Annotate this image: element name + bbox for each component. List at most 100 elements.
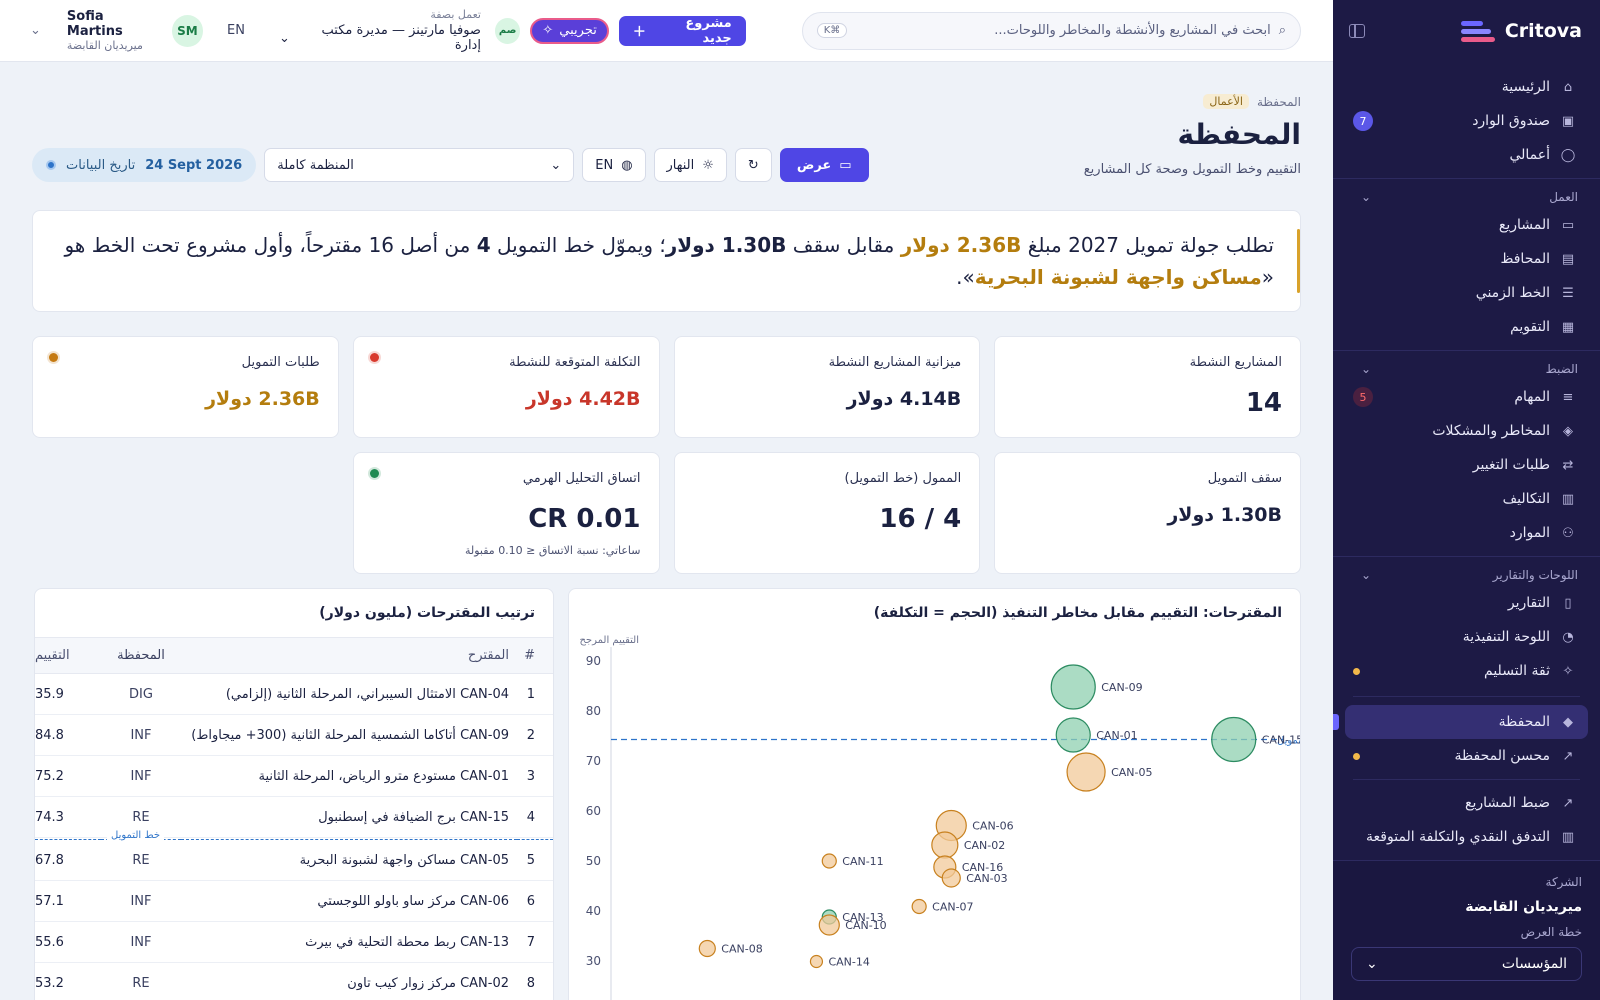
theme-toggle[interactable]: ☼ النهار — [653, 148, 727, 182]
new-project-button[interactable]: مشروع جديد ＋ — [618, 15, 746, 46]
kpi-value: 2.36B دولار — [205, 388, 320, 410]
sidebar-item[interactable]: ▥ التدفق النقدي والتكلفة المتوقعة — [1333, 820, 1600, 854]
sidebar-item[interactable]: ⇄ طلبات التغيير — [1333, 448, 1600, 482]
refresh-button[interactable]: ↻ — [734, 148, 772, 182]
table-row[interactable]: 6 CAN-06 مركز ساو باولو اللوجستي INF 57.1 — [35, 880, 553, 922]
sidebar-count-badge: 7 — [1353, 111, 1373, 131]
sidebar-section-title[interactable]: اللوحات والتقارير ⌄ — [1333, 556, 1600, 586]
scatter-point[interactable] — [809, 954, 824, 969]
scope-select[interactable]: ⌄ المنظمة كاملة — [264, 148, 575, 182]
sidebar-item[interactable]: ▯ التقارير — [1333, 586, 1600, 620]
refresh-icon: ↻ — [747, 157, 759, 173]
company-name: ميريديان القابضة — [1465, 899, 1582, 915]
breadcrumb: المحفظة الأعمال — [1203, 94, 1301, 109]
sidebar-item[interactable]: ◔ اللوحة التنفيذية — [1333, 620, 1600, 654]
cell-name: CAN-01 مستودع مترو الرياض، المرحلة الثان… — [181, 755, 517, 797]
kpi-card[interactable]: المشاريع النشطة 14 — [994, 336, 1301, 438]
trial-badge[interactable]: تجريبي ✧ — [530, 17, 609, 44]
sidebar-item[interactable]: ◆ المحفظة — [1333, 705, 1588, 739]
topbar: ⌕ ابحث في المشاريع والأنشطة والمخاطر وال… — [0, 0, 1333, 62]
col-name[interactable]: المقترح — [181, 637, 517, 674]
scatter-point[interactable] — [818, 914, 840, 936]
scatter-point[interactable] — [941, 868, 961, 888]
table-header-row: # المقترح المحفظة التقييم — [35, 637, 553, 674]
breadcrumb-root[interactable]: المحفظة — [1257, 95, 1301, 109]
y-tick-label: 70 — [586, 754, 601, 768]
point-label: CAN-15 — [1262, 734, 1300, 747]
scatter-point[interactable] — [821, 853, 837, 869]
data-date-pill[interactable]: 24 Sept 2026 تاريخ البيانات — [32, 148, 257, 182]
col-rank[interactable]: # — [517, 637, 553, 674]
scatter-point[interactable] — [698, 939, 716, 958]
col-portfolio[interactable]: المحفظة — [101, 637, 181, 674]
table-row[interactable]: 7 CAN-13 ربط محطة التحلية في بيرث INF 55.6 — [35, 921, 553, 963]
chevron-down-icon[interactable]: ⌄ — [30, 23, 41, 38]
company-label: الشركة — [1545, 875, 1582, 889]
chart-line-icon: ↗ — [1562, 748, 1574, 764]
kpi-status-dot — [49, 353, 58, 362]
sidebar-item[interactable]: ◈ المخاطر والمشكلات — [1333, 414, 1600, 448]
sidebar-item[interactable]: ▥ التكاليف — [1333, 482, 1600, 516]
kpi-card[interactable]: الممول (خط التمويل) 4 / 16 — [673, 452, 981, 574]
sidebar-item-label: أعمالي — [1509, 147, 1550, 163]
sidebar-section-title[interactable]: الضبط ⌄ — [1333, 350, 1600, 380]
active-indicator — [1333, 714, 1339, 730]
sidebar-item-label: ضبط المشاريع — [1465, 795, 1550, 811]
sun-icon: ☼ — [702, 157, 714, 173]
search-input[interactable]: ⌕ ابحث في المشاريع والأنشطة والمخاطر وال… — [801, 11, 1301, 50]
sidebar-item[interactable]: ⚇ الموارد — [1333, 516, 1600, 550]
sidebar-item[interactable]: ☰ الخط الزمني — [1333, 276, 1600, 310]
kpi-card[interactable]: سقف التمويل 1.30B دولار — [994, 452, 1301, 574]
table-row[interactable]: 8 CAN-02 مركز زوار كيب تاون RE 53.2 — [35, 962, 553, 1000]
sidebar-item[interactable]: ▤ المحافظ — [1333, 242, 1600, 276]
scatter-point[interactable] — [911, 898, 927, 915]
plan-label: خطة العرض — [1520, 925, 1582, 939]
sidebar-section-title[interactable]: العمل ⌄ — [1333, 178, 1600, 208]
sidebar-item[interactable]: ▦ التقويم — [1333, 310, 1600, 344]
brand[interactable]: Critova — [1460, 19, 1582, 43]
scatter-point[interactable] — [931, 831, 959, 859]
language-toggle[interactable]: EN — [227, 23, 245, 38]
scatter-chart: التقييم المرجح30405060708090خط التمويلCA… — [579, 635, 1300, 1000]
plan-select[interactable]: المؤسسات ⌄ — [1351, 947, 1582, 981]
table-row[interactable]: 5 CAN-05 مساكن واجهة لشبونة البحرية RE 67.8 — [35, 839, 553, 881]
kpi-card[interactable]: التكلفة المتوقعة للنشطة 4.42B دولار — [352, 336, 660, 438]
plan-value: المؤسسات — [1501, 956, 1567, 972]
scatter-point[interactable] — [1066, 752, 1106, 792]
view-button[interactable]: ▭ عرض — [779, 148, 869, 182]
insight-first-below[interactable]: مساكن واجهة لشبونة البحرية — [975, 265, 1262, 289]
sidebar-item[interactable]: ↗ ضبط المشاريع — [1333, 786, 1600, 820]
point-label: CAN-01 — [1096, 729, 1137, 742]
cell-name: CAN-15 برج الضيافة في إسطنبول — [181, 796, 517, 838]
brand-logo-icon — [1460, 19, 1495, 43]
table-row[interactable]: 2 CAN-09 أتاكاما الشمسية المرحلة الثانية … — [35, 714, 553, 756]
col-score[interactable]: التقييم — [35, 637, 101, 674]
insight-funded: 4 — [476, 233, 491, 257]
kpi-card[interactable]: طلبات التمويل 2.36B دولار — [32, 336, 339, 438]
cell-rank: 8 — [517, 962, 553, 1000]
scatter-point[interactable] — [1050, 664, 1096, 710]
user-avatar[interactable]: SM — [171, 14, 204, 47]
kpi-status-dot — [369, 469, 379, 478]
cell-rank: 5 — [517, 839, 553, 881]
sidebar-item[interactable]: ⌂ الرئيسية — [1333, 70, 1600, 104]
scatter-point[interactable] — [1211, 716, 1257, 763]
kpi-card[interactable]: ميزانية المشاريع النشطة 4.14B دولار — [673, 336, 981, 438]
scatter-point[interactable] — [1055, 717, 1091, 753]
table-row[interactable]: 1 CAN-04 الامتثال السيبراني، المرحلة الثا… — [35, 673, 553, 715]
table-row[interactable]: 3 CAN-01 مستودع مترو الرياض، المرحلة الثا… — [35, 755, 553, 797]
insight-banner: تطلب جولة تمويل 2027 مبلغ 2.36B دولار مق… — [32, 210, 1301, 312]
user-org: ميريديان القابضة — [66, 39, 143, 52]
sidebar-item[interactable]: ≡ المهام 5 — [1333, 380, 1600, 414]
sidebar-collapse-icon[interactable] — [1349, 24, 1365, 38]
sidebar-item[interactable]: ✧ ثقة التسليم — [1333, 654, 1600, 688]
sidebar-item[interactable]: ◯ أعمالي — [1333, 138, 1600, 172]
y-tick-label: 50 — [586, 854, 601, 868]
acting-as-switcher[interactable]: تعمل بصفة صوفيا مارتينز — مديرة مكتب إدا… — [279, 8, 481, 53]
user-menu[interactable]: Sofia Martins ميريديان القابضة — [67, 9, 162, 52]
language-select[interactable]: ◍ EN — [582, 148, 646, 182]
kpi-card[interactable]: اتساق التحليل الهرمي CR 0.01 ساعاتي: نسبة … — [352, 452, 660, 574]
sidebar-item[interactable]: ↗ محسن المحفظة — [1333, 739, 1600, 773]
sidebar-item[interactable]: ▭ المشاريع — [1333, 208, 1600, 242]
sidebar-item[interactable]: ▣ صندوق الوارد 7 — [1333, 104, 1600, 138]
